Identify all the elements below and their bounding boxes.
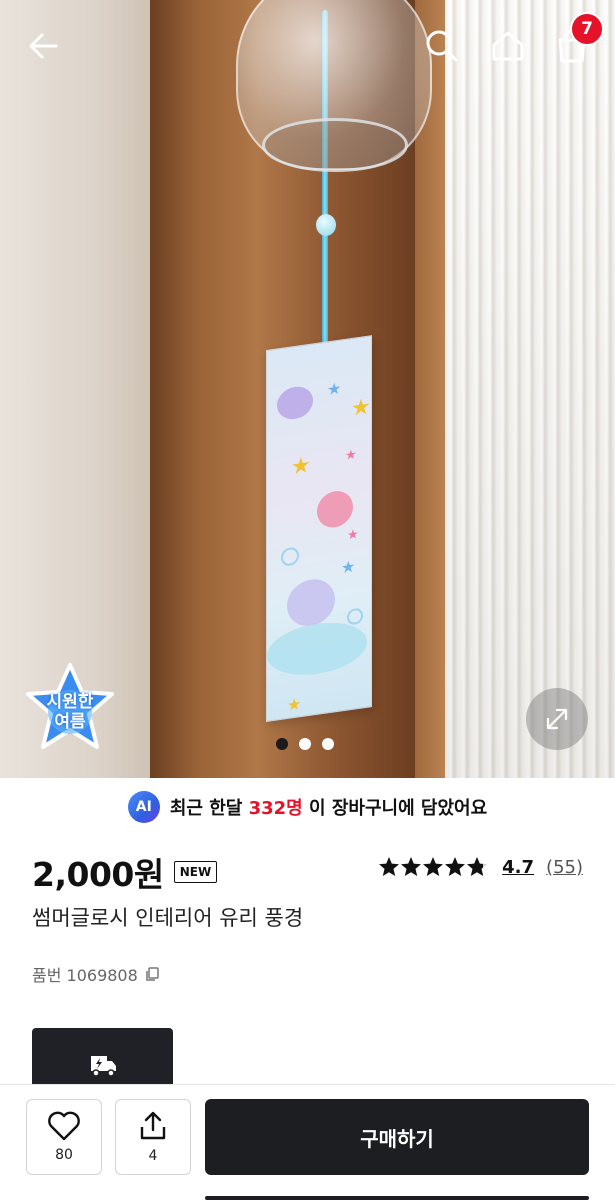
search-icon bbox=[426, 30, 458, 62]
arrow-left-icon bbox=[29, 33, 58, 59]
share-count: 4 bbox=[148, 1148, 158, 1164]
home-button[interactable] bbox=[486, 24, 530, 68]
product-price: 2,000원 bbox=[32, 855, 164, 894]
ai-cart-banner: AI 최근 한달 332명 이 장바구니에 담았어요 bbox=[0, 790, 615, 824]
expand-icon bbox=[546, 708, 568, 730]
star-icon bbox=[423, 857, 444, 876]
star-icon bbox=[379, 857, 400, 876]
like-button[interactable]: 80 bbox=[26, 1099, 102, 1175]
star-icon bbox=[401, 857, 422, 876]
copy-icon[interactable] bbox=[144, 966, 160, 982]
home-icon bbox=[492, 31, 524, 61]
carousel-pagination bbox=[276, 738, 334, 750]
rating-value: 4.7 bbox=[502, 856, 535, 878]
wind-chime-bead bbox=[316, 214, 336, 236]
sku-label: 품번 1069808 bbox=[32, 966, 138, 985]
wind-chime-paper-tag: ★ ★ ★ ★ ★ ★ ★ bbox=[266, 335, 372, 722]
product-image-carousel[interactable]: ★ ★ ★ ★ ★ ★ ★ 7 시원한 여름 bbox=[0, 0, 615, 778]
price-row: 2,000원 NEW bbox=[32, 848, 218, 896]
share-button[interactable]: 4 bbox=[115, 1099, 191, 1175]
summer-promo-badge: 시원한 여름 bbox=[24, 662, 116, 752]
ai-banner-text: 최근 한달 332명 이 장바구니에 담았어요 bbox=[169, 798, 488, 819]
product-title: 썸머글로시 인테리어 유리 풍경 bbox=[32, 906, 304, 930]
rating-stars bbox=[378, 856, 490, 878]
cart-count-badge: 7 bbox=[570, 12, 604, 46]
carousel-dot[interactable] bbox=[322, 738, 334, 750]
review-count[interactable]: (55) bbox=[546, 857, 583, 878]
new-badge: NEW bbox=[173, 861, 218, 883]
expand-image-button[interactable] bbox=[526, 688, 588, 750]
back-button[interactable] bbox=[24, 26, 64, 66]
ai-icon: AI bbox=[127, 791, 160, 823]
star-icon bbox=[445, 857, 466, 876]
bottom-action-bar: 80 4 구매하기 bbox=[0, 1084, 615, 1200]
heart-icon bbox=[48, 1111, 80, 1141]
like-count: 80 bbox=[55, 1147, 73, 1163]
bottom-peek-strip bbox=[205, 1196, 589, 1200]
cart-count-highlight: 332명 bbox=[248, 798, 303, 819]
carousel-dot[interactable] bbox=[276, 738, 288, 750]
delivery-truck-icon bbox=[90, 1056, 116, 1077]
product-sku: 품번 1069808 bbox=[32, 962, 160, 986]
buy-button[interactable]: 구매하기 bbox=[205, 1099, 589, 1175]
search-button[interactable] bbox=[420, 24, 464, 68]
badge-line-2: 여름 bbox=[54, 712, 86, 732]
carousel-dot[interactable] bbox=[299, 738, 311, 750]
share-icon bbox=[140, 1111, 166, 1140]
badge-line-1: 시원한 bbox=[46, 692, 94, 712]
rating-summary[interactable]: 4.7 (55) bbox=[378, 856, 583, 878]
